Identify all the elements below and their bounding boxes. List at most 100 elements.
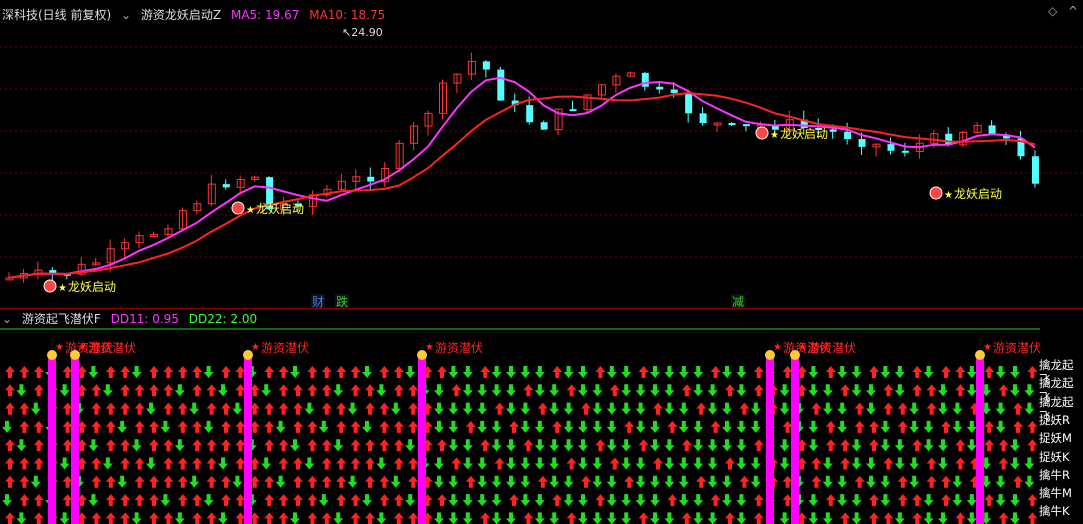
arrow-up-icon bbox=[163, 475, 174, 488]
arrow-down-icon bbox=[520, 402, 531, 415]
arrow-down-icon bbox=[621, 384, 632, 397]
arrow-up-icon bbox=[235, 457, 246, 470]
arrow-up-icon bbox=[307, 366, 318, 378]
arrow-up-icon bbox=[293, 457, 303, 470]
arrow-down-icon bbox=[131, 512, 142, 524]
arrow-down-icon bbox=[664, 439, 675, 452]
arrow-down-icon bbox=[218, 457, 228, 470]
arrow-down-icon bbox=[477, 494, 488, 507]
arrow-up-icon bbox=[624, 420, 635, 433]
arrow-down-icon bbox=[779, 512, 790, 524]
arrow-up-icon bbox=[926, 384, 937, 397]
arrow-down-icon bbox=[606, 475, 617, 488]
arrow-up-icon bbox=[1013, 475, 1023, 488]
arrow-down-icon bbox=[851, 384, 862, 397]
arrow-down-icon bbox=[462, 384, 473, 397]
arrow-down-icon bbox=[160, 420, 171, 433]
arrow-up-icon bbox=[336, 457, 347, 470]
arrow-down-icon bbox=[203, 420, 214, 433]
chart-canvas[interactable]: ↖24.90★ 龙妖启动★ 龙妖启动★ 龙妖启动★ 龙妖启动财跌减★ 游资潜伏★ 游资潜伏 ★… bbox=[0, 0, 1083, 524]
arrow-down-icon bbox=[160, 494, 171, 507]
arrow-up-icon bbox=[120, 402, 131, 415]
candle-body bbox=[121, 242, 130, 250]
arrow-down-icon bbox=[563, 475, 574, 488]
arrow-up-icon bbox=[235, 384, 246, 397]
arrow-up-icon bbox=[206, 439, 217, 452]
arrow-up-icon bbox=[149, 494, 159, 507]
arrow-down-icon bbox=[678, 494, 689, 507]
arrow-down-icon bbox=[506, 384, 516, 397]
candle-body bbox=[569, 109, 577, 112]
arrow-down-icon bbox=[923, 420, 934, 433]
arrow-down-icon bbox=[534, 420, 545, 433]
arrow-up-icon bbox=[120, 494, 131, 507]
arrow-up-icon bbox=[278, 494, 289, 507]
arrow-up-icon bbox=[336, 475, 347, 488]
arrow-down-icon bbox=[894, 366, 905, 378]
arrow-up-icon bbox=[33, 494, 44, 507]
arrow-down-icon bbox=[635, 420, 646, 433]
arrow-up-icon bbox=[33, 512, 44, 524]
arrow-up-icon bbox=[696, 475, 707, 488]
arrow-up-icon bbox=[595, 366, 606, 378]
arrow-down-icon bbox=[722, 402, 732, 415]
arrow-down-icon bbox=[779, 439, 790, 452]
arrow-up-icon bbox=[221, 475, 231, 488]
arrow-up-icon bbox=[105, 366, 116, 378]
arrow-down-icon bbox=[1024, 384, 1035, 397]
arrow-up-icon bbox=[725, 457, 735, 470]
candle-body bbox=[728, 123, 736, 126]
arrow-down-icon bbox=[304, 402, 315, 415]
arrow-down-icon bbox=[333, 512, 344, 524]
arrow-down-icon bbox=[520, 420, 531, 433]
arrow-up-icon bbox=[1027, 439, 1038, 452]
signal-label: 龙妖启动 bbox=[780, 127, 828, 141]
arrow-up-icon bbox=[379, 494, 390, 507]
arrow-down-icon bbox=[894, 512, 905, 524]
arrow-down-icon bbox=[261, 384, 272, 397]
arrow-down-icon bbox=[851, 494, 862, 507]
arrow-up-icon bbox=[840, 439, 851, 452]
arrow-up-icon bbox=[408, 512, 419, 524]
arrow-up-icon bbox=[336, 366, 347, 378]
signal-label: 龙妖启动 bbox=[68, 280, 116, 294]
arrow-up-icon bbox=[840, 457, 851, 470]
arrow-up-icon bbox=[681, 512, 692, 524]
arrow-down-icon bbox=[678, 420, 689, 433]
arrow-down-icon bbox=[102, 457, 113, 470]
arrow-down-icon bbox=[650, 366, 660, 378]
candle-body bbox=[497, 69, 505, 101]
arrow-up-icon bbox=[177, 494, 188, 507]
arrow-down-icon bbox=[707, 402, 718, 415]
arrow-up-icon bbox=[235, 512, 246, 524]
arrow-up-icon bbox=[869, 439, 879, 452]
arrow-down-icon bbox=[952, 420, 963, 433]
arrow-down-icon bbox=[405, 366, 416, 378]
arrow-up-icon bbox=[408, 457, 419, 470]
arrow-down-icon bbox=[693, 494, 704, 507]
arrow-up-icon bbox=[753, 439, 764, 452]
arrow-down-icon bbox=[707, 512, 718, 524]
candle-body bbox=[540, 122, 548, 130]
arrow-down-icon bbox=[59, 457, 70, 470]
arrow-up-icon bbox=[206, 457, 217, 470]
arrow-down-icon bbox=[880, 475, 891, 488]
arrow-down-icon bbox=[635, 457, 646, 470]
arrow-up-icon bbox=[278, 457, 289, 470]
arrow-down-icon bbox=[30, 402, 41, 415]
arrow-up-icon bbox=[365, 384, 375, 397]
event-tag: 减 bbox=[732, 295, 744, 309]
arrow-up-icon bbox=[523, 439, 534, 452]
arrow-up-icon bbox=[293, 494, 303, 507]
arrow-down-icon bbox=[909, 457, 920, 470]
arrow-up-icon bbox=[811, 402, 822, 415]
arrow-up-icon bbox=[307, 475, 318, 488]
sub-signal-label: 游资潜伏 bbox=[993, 341, 1041, 355]
arrow-up-icon bbox=[998, 439, 1009, 452]
arrow-down-icon bbox=[59, 384, 70, 397]
candle-body bbox=[742, 124, 750, 127]
arrow-down-icon bbox=[606, 402, 617, 415]
arrow-up-icon bbox=[941, 494, 951, 507]
arrow-up-icon bbox=[681, 384, 692, 397]
event-tag: 跌 bbox=[336, 294, 348, 309]
